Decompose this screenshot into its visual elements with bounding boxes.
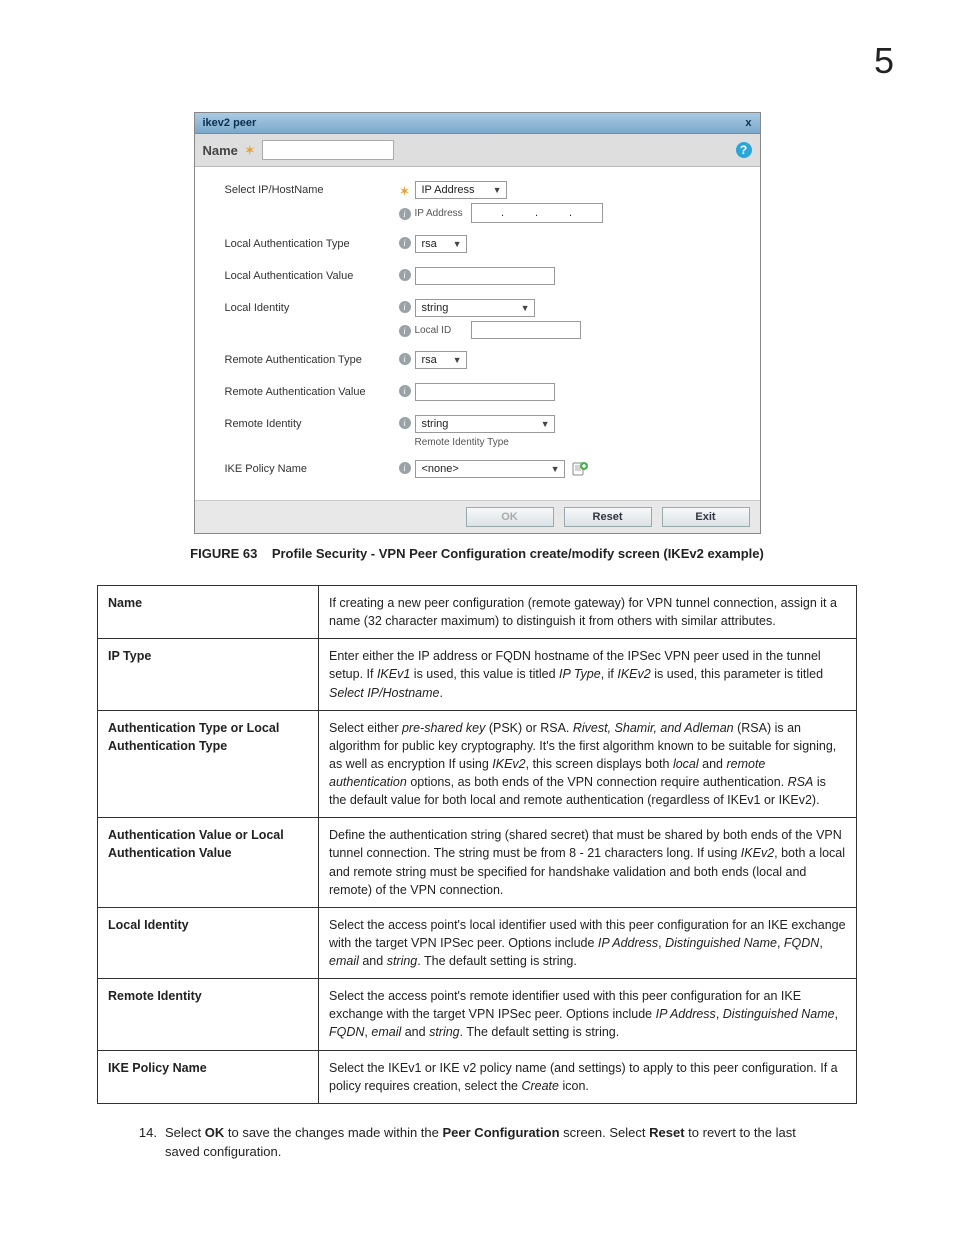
definition-term: IKE Policy Name bbox=[98, 1050, 319, 1103]
required-star-icon: ✶ bbox=[399, 183, 411, 199]
table-row: IP TypeEnter either the IP address or FQ… bbox=[98, 639, 857, 710]
local-auth-type-value: rsa bbox=[422, 238, 437, 250]
ike-policy-label: IKE Policy Name bbox=[225, 460, 395, 475]
close-icon[interactable]: x bbox=[745, 117, 751, 129]
form-body: Select IP/HostName ✶ IP Address ▼ i IP A… bbox=[195, 167, 760, 500]
table-row: NameIf creating a new peer configuration… bbox=[98, 586, 857, 639]
local-auth-value-label: Local Authentication Value bbox=[225, 267, 395, 282]
reset-button[interactable]: Reset bbox=[564, 507, 652, 527]
figure-number: FIGURE 63 bbox=[190, 546, 257, 561]
chevron-down-icon: ▼ bbox=[447, 239, 462, 249]
remote-auth-type-dropdown[interactable]: rsa ▼ bbox=[415, 351, 467, 369]
definition-term: Authentication Value or Local Authentica… bbox=[98, 818, 319, 908]
local-identity-value: string bbox=[422, 302, 449, 314]
info-icon: i bbox=[399, 417, 411, 429]
local-identity-dropdown[interactable]: string ▼ bbox=[415, 299, 535, 317]
select-ip-host-value: IP Address bbox=[422, 184, 475, 196]
name-bar: Name ✶ ? bbox=[195, 134, 760, 167]
info-icon: i bbox=[399, 462, 411, 474]
step-number: 14. bbox=[127, 1124, 165, 1162]
info-icon: i bbox=[399, 237, 411, 249]
ikev2-peer-dialog: ikev2 peer x Name ✶ ? Select IP/HostName… bbox=[194, 112, 761, 534]
table-row: Authentication Value or Local Authentica… bbox=[98, 818, 857, 908]
chevron-down-icon: ▼ bbox=[487, 185, 502, 195]
info-icon: i bbox=[399, 385, 411, 397]
definition-term: Authentication Type or Local Authenticat… bbox=[98, 710, 319, 818]
remote-identity-dropdown[interactable]: string ▼ bbox=[415, 415, 555, 433]
ok-button[interactable]: OK bbox=[466, 507, 554, 527]
figure-caption: FIGURE 63 Profile Security - VPN Peer Co… bbox=[127, 546, 827, 561]
step-14: 14. Select OK to save the changes made w… bbox=[127, 1124, 827, 1162]
remote-auth-value-label: Remote Authentication Value bbox=[225, 383, 395, 398]
definition-description: Select the IKEv1 or IKE v2 policy name (… bbox=[319, 1050, 857, 1103]
remote-auth-value-input[interactable] bbox=[415, 383, 555, 401]
definition-description: Select the access point's remote identif… bbox=[319, 979, 857, 1050]
ip-address-input[interactable]: ... bbox=[471, 203, 603, 223]
select-ip-host-dropdown[interactable]: IP Address ▼ bbox=[415, 181, 507, 199]
remote-identity-label: Remote Identity bbox=[225, 415, 395, 430]
ike-policy-value: <none> bbox=[422, 463, 459, 475]
chevron-down-icon: ▼ bbox=[535, 419, 550, 429]
name-input[interactable] bbox=[262, 140, 394, 160]
local-id-input[interactable] bbox=[471, 321, 581, 339]
create-icon[interactable] bbox=[572, 461, 588, 477]
definition-term: Local Identity bbox=[98, 907, 319, 978]
table-row: Local IdentitySelect the access point's … bbox=[98, 907, 857, 978]
local-auth-value-input[interactable] bbox=[415, 267, 555, 285]
table-row: IKE Policy NameSelect the IKEv1 or IKE v… bbox=[98, 1050, 857, 1103]
select-ip-host-label: Select IP/HostName bbox=[225, 181, 395, 196]
dialog-title: ikev2 peer bbox=[203, 117, 257, 129]
definition-description: Define the authentication string (shared… bbox=[319, 818, 857, 908]
info-icon: i bbox=[399, 269, 411, 281]
chevron-down-icon: ▼ bbox=[545, 464, 560, 474]
remote-auth-type-label: Remote Authentication Type bbox=[225, 351, 395, 366]
exit-button[interactable]: Exit bbox=[662, 507, 750, 527]
page-number: 5 bbox=[60, 40, 894, 82]
definition-term: Name bbox=[98, 586, 319, 639]
ike-policy-dropdown[interactable]: <none> ▼ bbox=[415, 460, 565, 478]
dialog-titlebar: ikev2 peer x bbox=[195, 113, 760, 134]
table-row: Remote IdentitySelect the access point's… bbox=[98, 979, 857, 1050]
chevron-down-icon: ▼ bbox=[515, 303, 530, 313]
figure-caption-text: Profile Security - VPN Peer Configuratio… bbox=[272, 546, 764, 561]
definition-description: Select either pre-shared key (PSK) or RS… bbox=[319, 710, 857, 818]
local-auth-type-dropdown[interactable]: rsa ▼ bbox=[415, 235, 467, 253]
info-icon: i bbox=[399, 353, 411, 365]
definition-description: Enter either the IP address or FQDN host… bbox=[319, 639, 857, 710]
local-id-sublabel: Local ID bbox=[415, 325, 465, 336]
local-auth-type-label: Local Authentication Type bbox=[225, 235, 395, 250]
definition-term: IP Type bbox=[98, 639, 319, 710]
definition-description: If creating a new peer configuration (re… bbox=[319, 586, 857, 639]
help-icon[interactable]: ? bbox=[736, 142, 752, 158]
ip-address-sublabel: IP Address bbox=[415, 208, 465, 219]
definitions-table: NameIf creating a new peer configuration… bbox=[97, 585, 857, 1104]
local-identity-label: Local Identity bbox=[225, 299, 395, 314]
table-row: Authentication Type or Local Authenticat… bbox=[98, 710, 857, 818]
remote-identity-type-sublabel: Remote Identity Type bbox=[415, 437, 509, 448]
step-text: Select OK to save the changes made withi… bbox=[165, 1124, 827, 1162]
info-icon: i bbox=[399, 301, 411, 313]
definition-description: Select the access point's local identifi… bbox=[319, 907, 857, 978]
name-label: Name bbox=[203, 143, 238, 158]
required-star-icon: ✶ bbox=[244, 142, 256, 159]
info-icon: i bbox=[399, 325, 411, 337]
info-icon: i bbox=[399, 208, 411, 220]
remote-auth-type-value: rsa bbox=[422, 354, 437, 366]
chevron-down-icon: ▼ bbox=[447, 355, 462, 365]
definition-term: Remote Identity bbox=[98, 979, 319, 1050]
remote-identity-value: string bbox=[422, 418, 449, 430]
button-bar: OK Reset Exit bbox=[195, 500, 760, 533]
